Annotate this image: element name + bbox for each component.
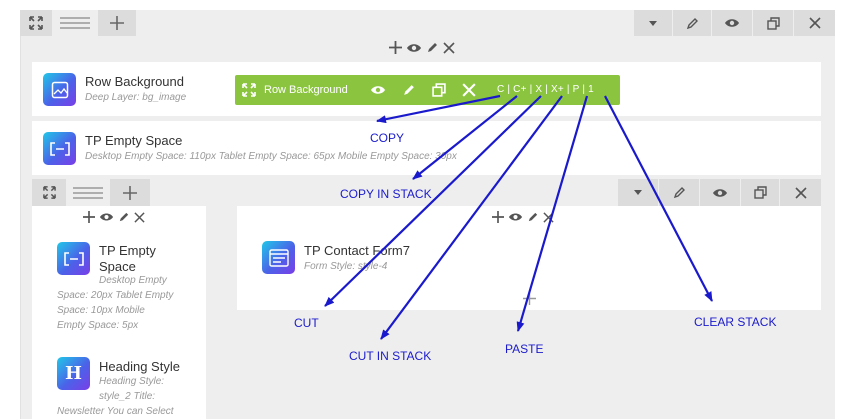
cut-label: CUT <box>294 316 319 330</box>
copy-label: COPY <box>370 131 405 145</box>
cut-in-stack-label: CUT IN STACK <box>349 349 432 363</box>
paste-arrow <box>516 95 589 332</box>
cut-arrow <box>324 95 542 307</box>
clear-stack-label: CLEAR STACK <box>694 315 777 329</box>
copy-in-stack-arrow <box>412 95 518 180</box>
copy-arrow <box>376 94 501 124</box>
paste-label: PASTE <box>505 342 544 356</box>
copy-in-stack-label: COPY IN STACK <box>340 187 432 201</box>
clear-stack-arrow <box>604 95 713 302</box>
